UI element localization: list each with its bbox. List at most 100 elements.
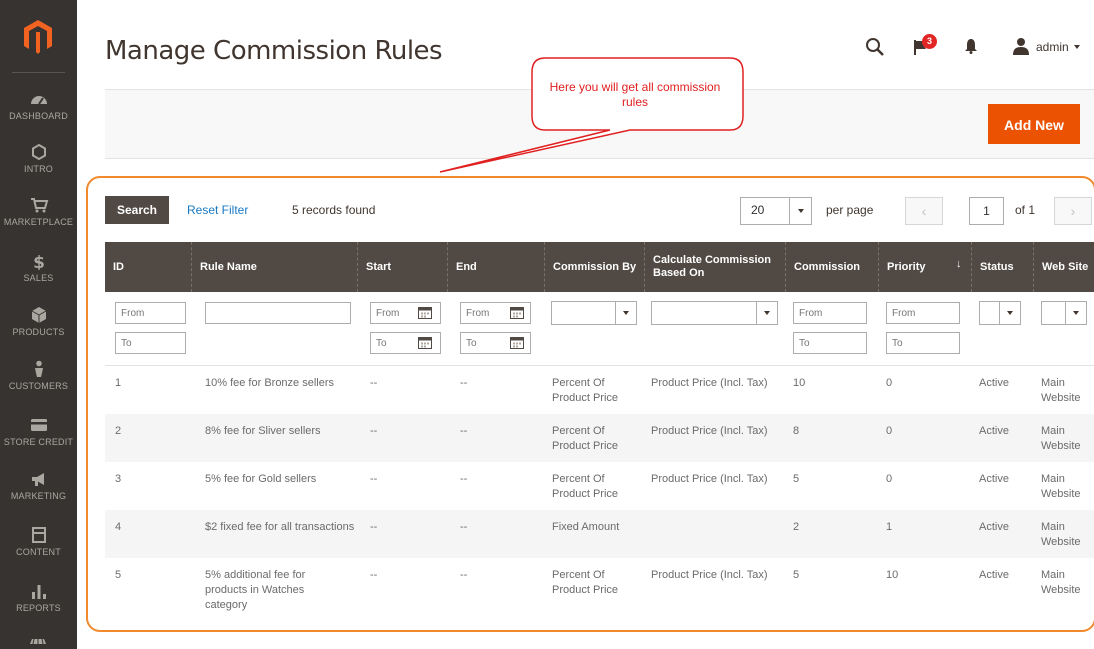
calculate-based-on-filter-select[interactable] xyxy=(651,301,778,325)
admin-sidebar: DASHBOARD INTRO MARKETPLACE $ SALES PROD… xyxy=(0,0,77,649)
cell-status: Active xyxy=(979,473,1009,485)
chevron-down-icon[interactable] xyxy=(798,209,804,213)
col-status[interactable]: Status xyxy=(971,242,1033,292)
table-row[interactable]: 2 8% fee for Sliver sellers -- -- Percen… xyxy=(105,414,1094,462)
cell-end: -- xyxy=(460,569,468,581)
add-new-button[interactable]: Add New xyxy=(988,104,1080,144)
cell-status: Active xyxy=(979,425,1009,437)
cell-based-on: Product Price (Incl. Tax) xyxy=(651,473,768,485)
nav-label: SALES xyxy=(23,273,54,283)
cell-rule-name: 5% additional fee for products in Watche… xyxy=(205,569,306,611)
cell-priority: 1 xyxy=(886,521,893,533)
cell-end: -- xyxy=(460,377,468,389)
id-to-input[interactable] xyxy=(115,332,186,354)
table-row[interactable]: 1 10% fee for Bronze sellers -- -- Perce… xyxy=(105,366,1094,414)
cell-commission: 5 xyxy=(793,473,800,485)
cell-start: -- xyxy=(370,569,378,581)
logo-divider xyxy=(12,72,65,73)
chevron-down-icon xyxy=(1073,311,1079,315)
page-number-input[interactable]: 1 xyxy=(969,197,1004,225)
cell-commission-by: Percent Of Product Price xyxy=(552,473,619,500)
next-page-button[interactable]: › xyxy=(1054,197,1092,225)
nav-intro[interactable]: INTRO xyxy=(0,143,77,174)
cell-based-on: Product Price (Incl. Tax) xyxy=(651,377,768,389)
table-row[interactable]: 5 5% additional fee for products in Watc… xyxy=(105,558,1094,620)
megaphone-icon xyxy=(31,473,44,486)
col-website[interactable]: Web Site xyxy=(1033,242,1094,292)
cell-end: -- xyxy=(460,425,468,437)
reset-filter-link[interactable]: Reset Filter xyxy=(187,203,248,217)
chevron-down-icon xyxy=(1007,311,1013,315)
priority-from-input[interactable] xyxy=(886,302,960,324)
col-id[interactable]: ID xyxy=(105,242,191,292)
nav-sales[interactable]: $ SALES xyxy=(0,252,77,283)
calendar-icon[interactable] xyxy=(510,306,524,319)
cell-website: Main Website xyxy=(1041,473,1081,500)
nav-reports[interactable]: REPORTS xyxy=(0,582,77,613)
table-row[interactable]: 4 $2 fixed fee for all transactions -- -… xyxy=(105,510,1094,558)
user-icon[interactable] xyxy=(1012,37,1030,55)
cell-start: -- xyxy=(370,521,378,533)
cell-id: 1 xyxy=(115,377,122,389)
id-from-input[interactable] xyxy=(115,302,186,324)
nav-dashboard[interactable]: DASHBOARD xyxy=(0,90,77,121)
cart-icon xyxy=(30,198,48,213)
priority-to-input[interactable] xyxy=(886,332,960,354)
col-commission[interactable]: Commission xyxy=(785,242,878,292)
cell-website: Main Website xyxy=(1041,521,1081,548)
col-calculate-based-on[interactable]: Calculate Commission Based On xyxy=(644,242,785,292)
col-rule-name[interactable]: Rule Name xyxy=(191,242,357,292)
cell-id: 4 xyxy=(115,521,122,533)
commission-to-input[interactable] xyxy=(793,332,867,354)
cell-priority: 0 xyxy=(886,377,893,389)
nav-label: CONTENT xyxy=(16,547,61,557)
cell-website: Main Website xyxy=(1041,377,1081,404)
nav-products[interactable]: PRODUCTS xyxy=(0,306,77,337)
table-row[interactable]: 3 5% fee for Gold sellers -- -- Percent … xyxy=(105,462,1094,510)
status-filter-select[interactable] xyxy=(979,301,1021,325)
records-found: 5 records found xyxy=(292,203,376,217)
nav-label: MARKETING xyxy=(10,491,67,501)
per-page-label: per page xyxy=(826,203,874,217)
per-page-value[interactable]: 20 xyxy=(751,203,764,217)
notification-count-badge[interactable]: 3 xyxy=(922,34,937,49)
nav-label: CUSTOMERS xyxy=(8,381,69,391)
previous-page-button[interactable]: ‹ xyxy=(905,197,943,225)
dollar-icon: $ xyxy=(33,253,45,270)
calendar-icon[interactable] xyxy=(418,336,432,349)
cell-start: -- xyxy=(370,473,378,485)
calendar-icon[interactable] xyxy=(510,336,524,349)
chevron-down-icon[interactable] xyxy=(1074,45,1080,49)
cell-based-on: Product Price (Incl. Tax) xyxy=(651,425,768,437)
table-header: ID Rule Name Start End Commission By Cal… xyxy=(105,242,1094,292)
bell-icon[interactable] xyxy=(964,38,978,54)
cell-id: 5 xyxy=(115,569,122,581)
cell-commission-by: Fixed Amount xyxy=(552,521,620,533)
nav-store-credit[interactable]: STORE CREDIT xyxy=(0,416,77,447)
col-end[interactable]: End xyxy=(447,242,544,292)
stores-icon[interactable] xyxy=(28,638,48,649)
website-filter-select[interactable] xyxy=(1041,301,1087,325)
commission-by-filter-select[interactable] xyxy=(551,301,637,325)
nav-marketing[interactable]: MARKETING xyxy=(0,470,77,501)
chevron-down-icon xyxy=(764,311,770,315)
cell-commission-by: Percent Of Product Price xyxy=(552,377,619,404)
sort-descending-icon[interactable]: ↓ xyxy=(956,258,962,270)
nav-marketplace[interactable]: MARKETPLACE xyxy=(0,196,77,227)
search-icon[interactable] xyxy=(864,36,886,58)
magento-logo-icon[interactable] xyxy=(24,20,52,54)
cell-status: Active xyxy=(979,569,1009,581)
col-commission-by[interactable]: Commission By xyxy=(544,242,644,292)
calendar-icon[interactable] xyxy=(418,306,432,319)
search-button[interactable]: Search xyxy=(105,196,169,224)
rule-name-filter-input[interactable] xyxy=(205,302,351,324)
col-start[interactable]: Start xyxy=(357,242,447,292)
nav-content[interactable]: CONTENT xyxy=(0,526,77,557)
nav-customers[interactable]: CUSTOMERS xyxy=(0,360,77,391)
commission-from-input[interactable] xyxy=(793,302,867,324)
nav-label: INTRO xyxy=(24,164,53,174)
card-icon xyxy=(30,419,47,431)
cell-commission: 2 xyxy=(793,521,800,533)
admin-username[interactable]: admin xyxy=(1036,40,1069,54)
nav-label: DASHBOARD xyxy=(9,111,68,121)
